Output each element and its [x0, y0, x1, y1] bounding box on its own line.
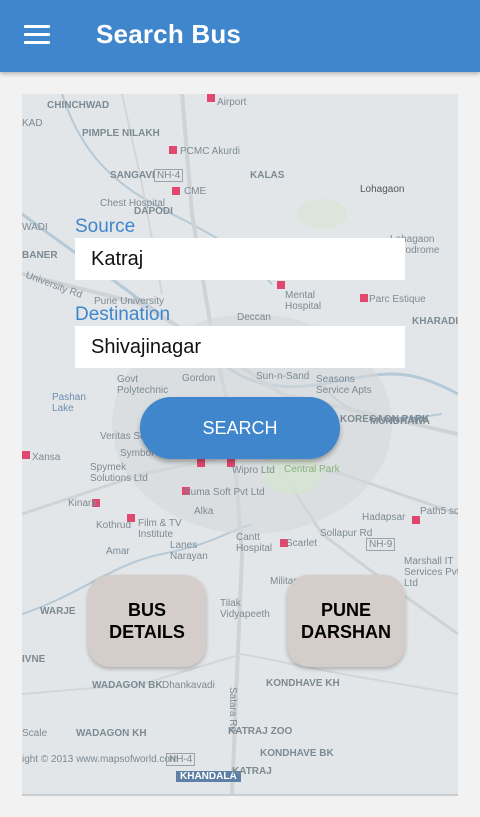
map-label: PCMC Akurdi	[180, 146, 241, 157]
bus-details-button[interactable]: BUS DETAILS	[88, 575, 206, 667]
map-label: Gordon	[182, 373, 216, 384]
map-label: Scarlet	[286, 538, 318, 549]
app-title: Search Bus	[96, 19, 242, 49]
hamburger-menu-icon[interactable]	[24, 25, 50, 45]
map-label: KHANDALA	[176, 771, 241, 782]
map-label: Dhankavadi	[162, 680, 215, 691]
map-label: Kinara	[68, 498, 97, 509]
map-label: MUNDHAWA	[370, 416, 430, 427]
map-label: Tilak Vidyapeeth	[220, 598, 270, 620]
map-label: NH-4	[154, 169, 184, 182]
map-label: KAD	[22, 118, 43, 129]
map-label: Scale	[22, 728, 48, 739]
map-label: KATRAJ ZOO	[228, 726, 293, 737]
destination-label: Destination	[75, 304, 171, 325]
map-label: SANGAVI	[110, 170, 155, 181]
map-label: DAPODI	[134, 206, 173, 217]
map-label: Wipro Ltd	[232, 465, 275, 476]
search-button[interactable]: SEARCH	[140, 397, 340, 459]
map-label: ight © 2013 www.mapsofworld.com	[22, 754, 179, 765]
map-label: Film & TV Institute	[138, 518, 182, 540]
map-label: Marshall IT Services Pvt Ltd	[404, 556, 458, 589]
map-label: Amar	[106, 546, 130, 557]
map-label: Govt Polytechnic	[117, 374, 169, 396]
map-label: KHARADI	[412, 316, 458, 327]
map-label: Central Park	[284, 464, 340, 475]
map-label: Spymek Solutions Ltd	[90, 462, 148, 484]
map-label: NH-9	[366, 538, 396, 551]
map-label: WADI	[22, 222, 48, 233]
pune-darshan-button[interactable]: PUNE DARSHAN	[287, 575, 405, 667]
map-label: Sun-n-Sand	[256, 371, 310, 382]
map-label: KATRAJ	[232, 766, 272, 777]
map-label: Path5 solut	[420, 506, 458, 517]
source-input[interactable]	[75, 238, 405, 280]
map-label: Airport	[217, 97, 247, 108]
map-label: IVNE	[22, 654, 46, 665]
map-label: KONDHAVE BK	[260, 748, 334, 759]
map-label: WADAGON KH	[76, 728, 147, 739]
map-label: Hadapsar	[362, 512, 406, 523]
map-label: Kothrud	[96, 520, 132, 531]
app-bar: Search Bus	[0, 0, 480, 72]
map-label: Pashan Lake	[52, 392, 86, 414]
map-label: WARJE	[40, 606, 76, 617]
map-label: Suma Soft Pvt Ltd	[184, 487, 265, 498]
map-label: Alka	[194, 506, 214, 517]
map-label: PIMPLE NILAKH	[82, 128, 160, 139]
map-label: Lanes Narayan	[170, 540, 208, 562]
map-label: KALAS	[250, 170, 285, 181]
map-label: Xansa	[32, 452, 61, 463]
map-label: Cantt Hospital	[236, 532, 273, 554]
map-label: Parc Estique	[369, 294, 426, 305]
map-label: BANER	[22, 250, 58, 261]
map-label: Lohagaon	[360, 184, 405, 195]
source-label: Source	[75, 216, 136, 237]
map-label: CHINCHWAD	[47, 100, 110, 111]
map-label: WADAGON BK	[92, 680, 163, 691]
destination-input[interactable]	[75, 326, 405, 368]
map-label: KONDHAVE KH	[266, 678, 340, 689]
map-label: Seasons Service Apts	[316, 374, 372, 396]
map-label: CME	[184, 186, 207, 197]
map-label: Sollapur Rd	[320, 528, 373, 539]
map-bottom-strip	[22, 794, 458, 796]
map-label: Deccan	[237, 312, 271, 323]
map-label: Mental Hospital	[285, 290, 322, 312]
map-label: NH-4	[166, 753, 196, 766]
